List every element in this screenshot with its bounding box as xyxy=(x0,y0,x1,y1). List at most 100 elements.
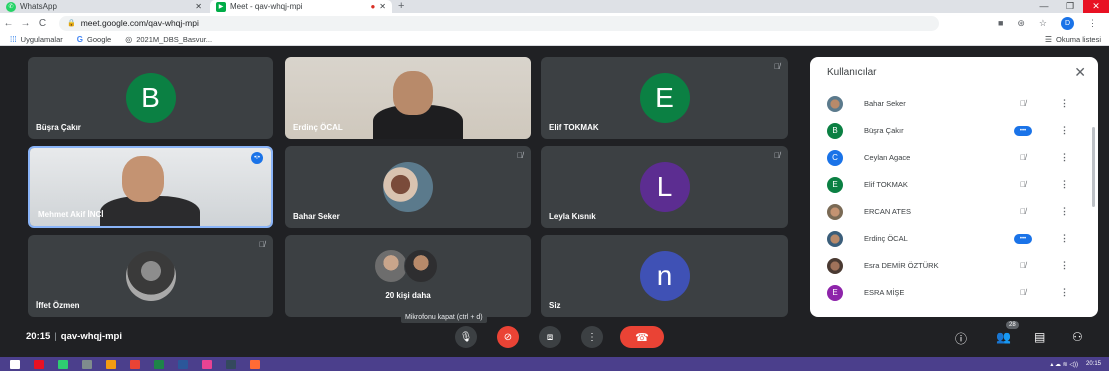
avatar: E xyxy=(639,73,690,123)
excel-icon[interactable] xyxy=(154,359,164,369)
meet-icon: ▶ xyxy=(216,1,226,12)
close-tab-icon[interactable]: ✕ xyxy=(195,2,202,11)
more-participants-photos xyxy=(374,249,438,283)
mic-off-icon: 🎙̸ xyxy=(1020,180,1026,189)
reading-list-icon: ☰ xyxy=(1044,34,1052,44)
list-item[interactable]: B Büşra Çakır ••• ⋮ xyxy=(810,117,1098,144)
avatar xyxy=(827,203,843,220)
camera-button[interactable]: ⊘ xyxy=(497,326,519,348)
tile-busra[interactable]: B Büşra Çakır xyxy=(28,57,273,139)
more-options-icon[interactable]: ⋮ xyxy=(1060,206,1069,217)
forward-icon[interactable]: → xyxy=(17,18,34,29)
participant-name: Erdinç ÖCAL xyxy=(293,123,343,132)
app-icon[interactable] xyxy=(250,359,260,369)
tile-akif[interactable]: •ı• Mehmet Akif İNCİ xyxy=(28,146,273,228)
tile-elif[interactable]: 🎙̸ E Elif TOKMAK xyxy=(541,57,788,139)
speaking-indicator-icon: •ı• xyxy=(251,152,263,164)
microphone-icon: 🎙 xyxy=(459,331,473,343)
tab-meet[interactable]: ▶ Meet - qav-whqj-mpi ● ✕ xyxy=(210,0,392,13)
tile-more-participants[interactable]: 20 kişi daha xyxy=(285,235,531,317)
more-options-icon[interactable]: ⋮ xyxy=(1060,152,1069,163)
tab-whatsapp[interactable]: ✆ WhatsApp ✕ xyxy=(0,0,208,13)
more-options-icon[interactable]: ⋮ xyxy=(1060,233,1069,244)
avatar: B xyxy=(827,122,843,139)
lock-icon: 🔒 xyxy=(67,20,76,27)
more-options-button[interactable]: ⋮ xyxy=(581,326,603,348)
profile-avatar[interactable]: D xyxy=(1061,16,1074,30)
word-icon[interactable] xyxy=(178,359,188,369)
bookmark-star-icon[interactable]: ☆ xyxy=(1039,18,1047,29)
toolbar-icons: ■ ⊛ ☆ D ⋮ xyxy=(998,16,1109,30)
back-icon[interactable]: ← xyxy=(0,18,17,29)
participant-name: ERCAN ATES xyxy=(864,207,911,216)
list-item[interactable]: C Ceylan Agace 🎙̸ ⋮ xyxy=(810,144,1098,171)
app-icon[interactable] xyxy=(58,359,68,369)
new-tab-button[interactable]: + xyxy=(398,0,404,13)
reading-list-button[interactable]: ☰ Okuma listesi xyxy=(1045,35,1109,44)
app-icon[interactable] xyxy=(82,359,92,369)
share-icon[interactable]: ⊛ xyxy=(1017,18,1025,29)
browser-menu-icon[interactable]: ⋮ xyxy=(1088,18,1097,29)
more-options-icon[interactable]: ⋮ xyxy=(1060,260,1069,271)
participant-photo xyxy=(404,249,438,283)
video-person-face xyxy=(122,156,164,202)
window-close-icon[interactable]: ✕ xyxy=(1083,0,1109,13)
minimize-icon[interactable]: — xyxy=(1031,0,1057,13)
close-tab-icon[interactable]: ✕ xyxy=(379,2,386,11)
tile-leyla[interactable]: 🎙̸ L Leyla Kısnık xyxy=(541,146,788,228)
tray-icons[interactable]: ▴ ☁ ≋ ◁)) xyxy=(1050,361,1078,368)
whatsapp-icon: ✆ xyxy=(6,1,16,12)
windows-taskbar: ▴ ☁ ≋ ◁)) 20:15 xyxy=(0,357,1109,371)
microphone-button[interactable]: 🎙 xyxy=(455,326,477,348)
present-button[interactable]: ⧈ xyxy=(539,326,561,348)
separator: | xyxy=(54,331,57,342)
app-icon[interactable] xyxy=(106,359,116,369)
more-options-icon[interactable]: ⋮ xyxy=(1060,125,1069,136)
chrome-icon[interactable] xyxy=(130,359,140,369)
camera-in-use-icon[interactable]: ■ xyxy=(998,18,1003,28)
app-icon[interactable] xyxy=(226,359,236,369)
list-item[interactable]: ERCAN ATES 🎙̸ ⋮ xyxy=(810,198,1098,225)
tile-bahar[interactable]: 🎙̸ Bahar Seker xyxy=(285,146,531,228)
tile-iffet[interactable]: 🎙̸ İffet Özmen xyxy=(28,235,273,317)
avatar: E xyxy=(827,284,843,301)
bookmark-dbs[interactable]: ◎ 2021M_DBS_Basvur... xyxy=(125,35,212,44)
list-item[interactable]: Erdinç ÖCAL ••• ⋮ xyxy=(810,225,1098,252)
maximize-icon[interactable]: ❐ xyxy=(1057,0,1083,13)
windows-start-icon[interactable] xyxy=(10,359,20,369)
app-icon[interactable] xyxy=(202,359,212,369)
tile-self[interactable]: n Siz xyxy=(541,235,788,317)
panel-scrollbar[interactable] xyxy=(1092,127,1095,207)
meeting-details-icon[interactable]: ⓘ xyxy=(955,330,967,347)
reload-icon[interactable]: C xyxy=(34,18,51,29)
bookmarks-bar: ⁞⁞⁞ Uygulamalar G Google ◎ 2021M_DBS_Bas… xyxy=(0,33,1109,46)
app-icon[interactable] xyxy=(34,359,44,369)
more-options-icon[interactable]: ⋮ xyxy=(1060,98,1069,109)
mic-off-icon: 🎙̸ xyxy=(774,62,780,71)
apps-grid-icon: ⁞⁞⁞ xyxy=(10,34,17,44)
bookmark-label: Uygulamalar xyxy=(20,34,63,44)
url-input[interactable]: 🔒 meet.google.com/qav-whqj-mpi xyxy=(59,15,939,31)
more-options-icon[interactable]: ⋮ xyxy=(1060,287,1069,298)
bookmark-google[interactable]: G Google xyxy=(77,35,111,44)
leave-call-button[interactable]: ☎ xyxy=(620,326,664,348)
participant-name: Esra DEMİR ÖZTÜRK xyxy=(864,261,939,270)
taskbar-clock[interactable]: 20:15 xyxy=(1086,361,1101,367)
activities-icon[interactable]: ⚇ xyxy=(1072,330,1083,344)
list-item[interactable]: Esra DEMİR ÖZTÜRK 🎙̸ ⋮ xyxy=(810,252,1098,279)
people-icon[interactable]: 👥 xyxy=(996,330,1011,344)
bookmark-apps[interactable]: ⁞⁞⁞ Uygulamalar xyxy=(10,35,63,44)
tile-erdinc[interactable]: Erdinç ÖCAL xyxy=(285,57,531,139)
bookmark-label: 2021M_DBS_Basvur... xyxy=(136,34,213,44)
close-icon[interactable]: ✕ xyxy=(1074,64,1086,81)
participant-name: Bahar Seker xyxy=(864,99,906,108)
present-screen-icon: ⧈ xyxy=(546,331,554,343)
video-person-face xyxy=(393,71,433,115)
more-options-icon[interactable]: ⋮ xyxy=(1060,179,1069,190)
chat-icon[interactable]: ▤ xyxy=(1034,330,1045,344)
list-item[interactable]: E Elif TOKMAK 🎙̸ ⋮ xyxy=(810,171,1098,198)
list-item[interactable]: Bahar Seker 🎙̸ ⋮ xyxy=(810,90,1098,117)
participant-name: Elif TOKMAK xyxy=(864,180,908,189)
mic-off-icon: 🎙̸ xyxy=(774,151,780,160)
list-item[interactable]: E ESRA MİŞE 🎙̸ ⋮ xyxy=(810,279,1098,306)
